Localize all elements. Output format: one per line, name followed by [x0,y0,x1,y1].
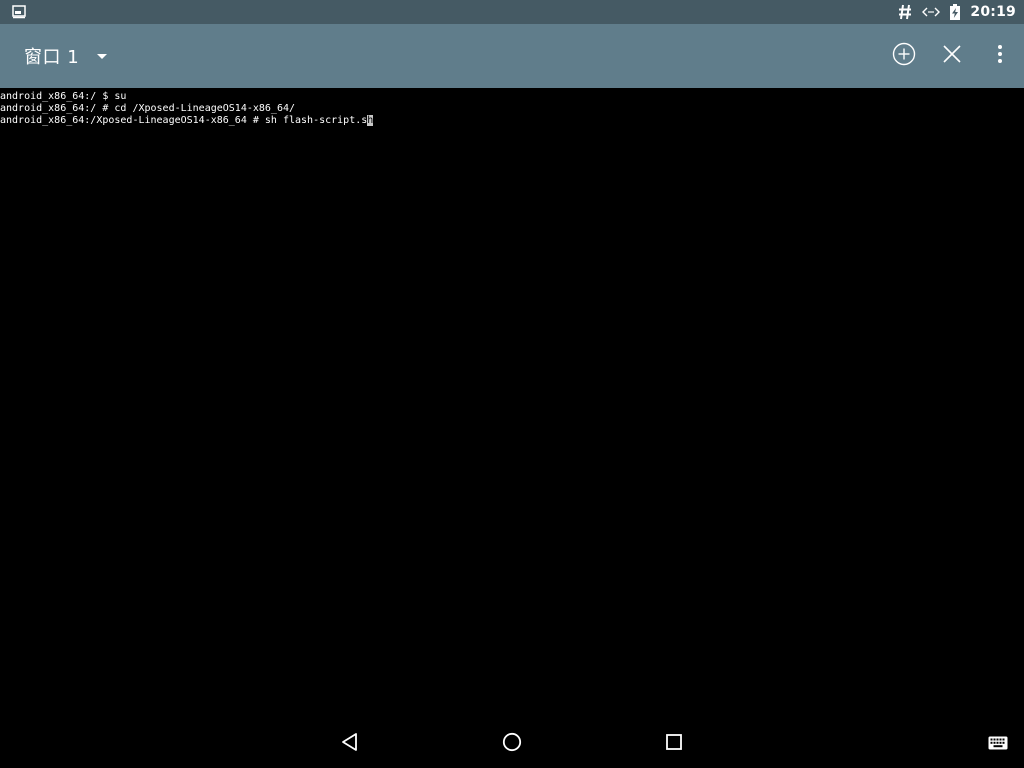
home-icon [502,732,522,756]
app-actions [880,24,1024,88]
terminal-line-text: android_x86_64:/Xposed-LineageOS14-x86_6… [0,115,368,126]
status-bar: 20:19 [0,0,1024,24]
close-window-button[interactable] [928,32,976,80]
home-button[interactable] [488,720,536,768]
back-icon [340,732,360,756]
hash-icon [898,4,912,20]
navigation-bar [0,720,1024,768]
battery-charging-icon [950,4,961,20]
terminal-cursor: h [367,115,374,126]
app-bar: 窗口 1 [0,24,1024,88]
screenshot-icon [12,4,26,23]
terminal-line: android_x86_64:/ $ su [0,91,127,102]
overflow-menu-icon [997,44,1003,68]
terminal-output[interactable]: android_x86_64:/ $ su android_x86_64:/ #… [0,88,1024,720]
window-title: 窗口 1 [24,47,80,68]
code-arrows-icon [922,4,941,20]
recents-button[interactable] [650,720,698,768]
add-window-icon [892,42,916,70]
overflow-menu-button[interactable] [976,32,1024,80]
keyboard-button[interactable] [974,720,1022,768]
recents-icon [665,733,683,755]
add-window-button[interactable] [880,32,928,80]
dropdown-arrow-icon [97,53,108,59]
close-window-icon [942,44,962,68]
status-time: 20:19 [970,4,1016,20]
back-button[interactable] [326,720,374,768]
terminal-line: android_x86_64:/ # cd /Xposed-LineageOS1… [0,103,296,114]
terminal-line-current: android_x86_64:/Xposed-LineageOS14-x86_6… [0,115,1024,127]
window-selector[interactable]: 窗口 1 [24,24,108,88]
keyboard-icon [988,735,1008,754]
